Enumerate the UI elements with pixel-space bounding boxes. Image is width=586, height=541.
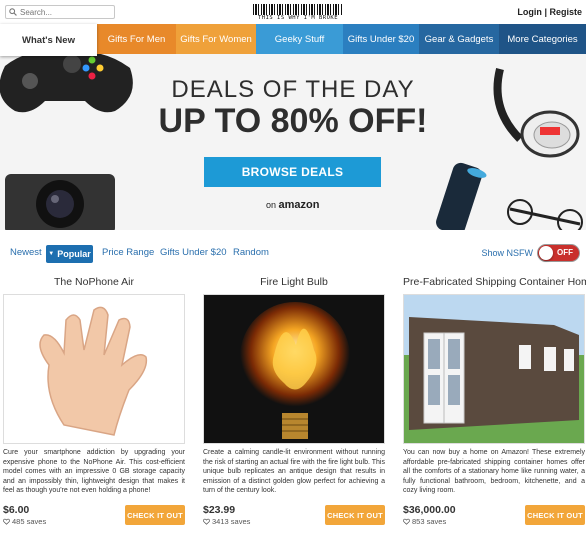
nav-more-categories[interactable]: More Categories	[499, 24, 586, 54]
product-description: Create a calming candle-lit environment …	[203, 449, 385, 494]
login-link[interactable]: Login	[517, 7, 542, 17]
sort-filters: Newest ▼ Popular Price Range Gifts Under…	[0, 243, 586, 267]
nsfw-toggle[interactable]: OFF	[537, 244, 580, 262]
check-it-out-button[interactable]: CHECK IT OUT	[525, 505, 585, 525]
amazon-logo: amazon	[278, 199, 320, 211]
product-title[interactable]: Pre-Fabricated Shipping Container Home	[403, 276, 586, 292]
fire-bulb-image	[240, 302, 350, 439]
filter-popular[interactable]: ▼ Popular	[46, 245, 93, 263]
site-logo[interactable]: THIS IS WHY I'M BROKE	[253, 4, 343, 22]
product-price: $23.99	[203, 504, 236, 516]
category-nav: What's New Gifts For Men Gifts For Women…	[0, 24, 586, 56]
logo-caption: THIS IS WHY I'M BROKE	[257, 15, 339, 21]
deals-banner[interactable]: DEALS OF THE DAY UP TO 80% OFF! BROWSE D…	[0, 54, 586, 230]
product-card: Fire Light Bulb Create a calming candle-…	[203, 276, 385, 526]
check-it-out-button[interactable]: CHECK IT OUT	[325, 505, 385, 525]
container-home-image	[404, 295, 584, 443]
caret-down-icon: ▼	[48, 251, 55, 257]
account-links: Login | Registe	[517, 7, 582, 17]
product-price: $36,000.00	[403, 504, 456, 516]
nsfw-label: Show NSFW	[481, 248, 533, 258]
toggle-knob	[539, 246, 553, 260]
filter-random[interactable]: Random	[233, 247, 269, 258]
nav-gifts-under-20[interactable]: Gifts Under $20	[343, 24, 419, 54]
browse-deals-button[interactable]: BROWSE DEALS	[204, 157, 381, 187]
save-count[interactable]: 853 saves	[403, 517, 446, 526]
action-camera-image	[5, 174, 115, 230]
toggle-state: OFF	[557, 248, 573, 257]
product-price: $6.00	[3, 504, 30, 516]
on-amazon-label: on amazon	[266, 199, 320, 211]
heart-icon	[3, 518, 10, 525]
product-title[interactable]: Fire Light Bulb	[203, 276, 385, 292]
heart-icon	[203, 518, 210, 525]
product-description: You can now buy a home on Amazon! These …	[403, 449, 585, 494]
filter-gifts-under-20[interactable]: Gifts Under $20	[160, 247, 227, 258]
smart-speaker-image	[436, 162, 487, 230]
nav-whats-new[interactable]: What's New	[0, 24, 97, 56]
hand-image	[39, 306, 148, 436]
save-count[interactable]: 3413 saves	[203, 517, 250, 526]
filter-newest[interactable]: Newest	[10, 247, 42, 258]
product-image[interactable]	[403, 294, 585, 444]
product-description: Cure your smartphone addiction by upgrad…	[3, 449, 185, 494]
heart-icon	[403, 518, 410, 525]
nav-gear-gadgets[interactable]: Gear & Gadgets	[419, 24, 499, 54]
filter-price-range[interactable]: Price Range	[102, 247, 154, 258]
search-icon	[9, 8, 17, 16]
nav-gifts-for-women[interactable]: Gifts For Women	[176, 24, 256, 54]
nav-gifts-for-men[interactable]: Gifts For Men	[97, 24, 176, 54]
drone-image	[507, 199, 583, 230]
save-count[interactable]: 485 saves	[3, 517, 46, 526]
product-card: Pre-Fabricated Shipping Container Home Y…	[403, 276, 586, 526]
product-image[interactable]	[3, 294, 185, 444]
search-box[interactable]	[5, 5, 115, 19]
banner-discount: UP TO 80% OFF!	[158, 102, 428, 140]
check-it-out-button[interactable]: CHECK IT OUT	[125, 505, 185, 525]
register-link[interactable]: Registe	[549, 7, 582, 17]
account-separator: |	[544, 7, 547, 17]
nsfw-control: Show NSFW OFF	[481, 244, 580, 262]
product-card: The NoPhone Air Cure your smartphone add…	[3, 276, 185, 526]
banner-headline: DEALS OF THE DAY	[171, 76, 415, 103]
barcode-graphic	[253, 4, 343, 15]
top-bar: THIS IS WHY I'M BROKE Login | Registe	[0, 0, 586, 24]
search-input[interactable]	[20, 7, 110, 17]
product-title[interactable]: The NoPhone Air	[3, 276, 185, 292]
product-image[interactable]	[203, 294, 385, 444]
nav-geeky-stuff[interactable]: Geeky Stuff	[256, 24, 343, 54]
